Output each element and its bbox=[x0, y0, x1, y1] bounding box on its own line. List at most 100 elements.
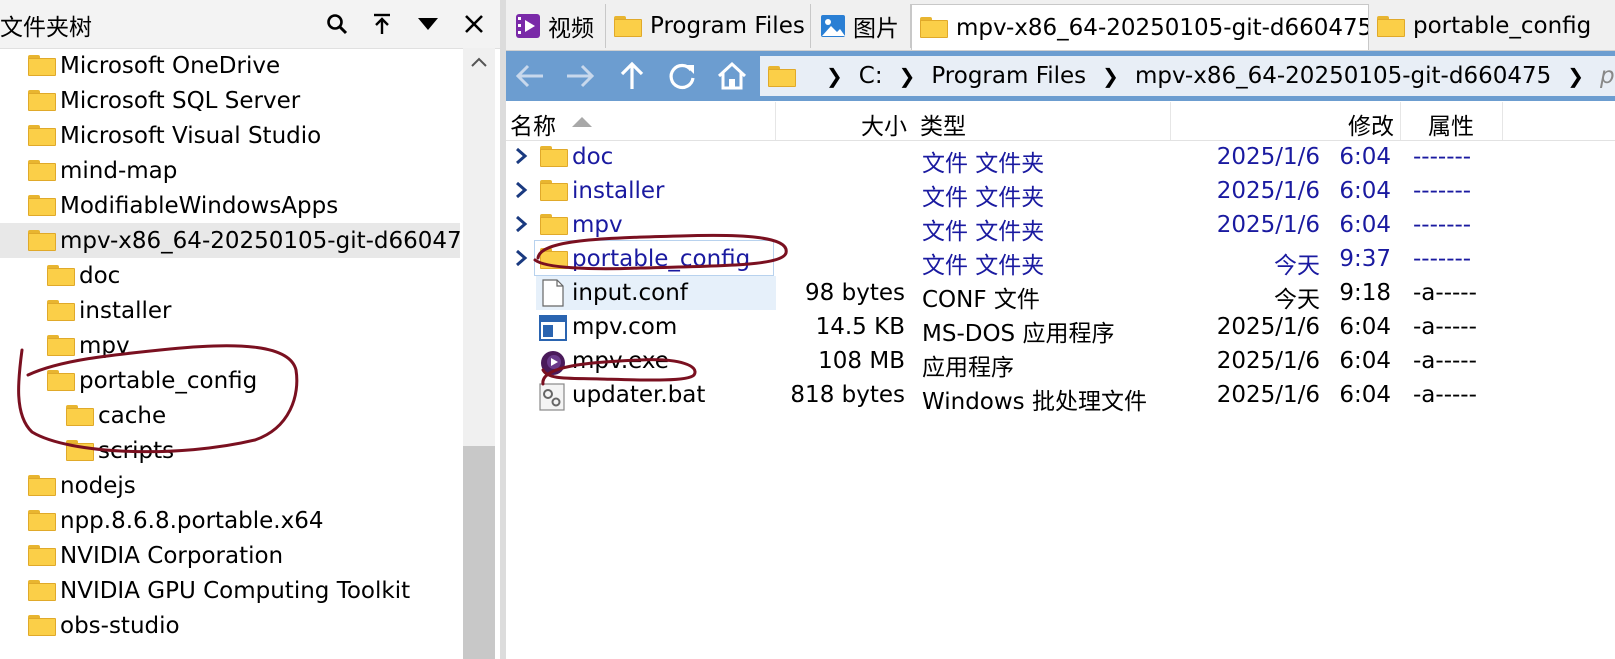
up-icon[interactable] bbox=[612, 58, 652, 94]
tree-item-label: installer bbox=[79, 297, 172, 324]
column-size[interactable]: 大小 bbox=[861, 107, 907, 141]
folder-icon bbox=[47, 300, 75, 321]
tab-mpv[interactable]: mpv-x86_64-20250105-git-d660475 bbox=[911, 4, 1369, 50]
table-row-selected[interactable]: input.conf 98 bytes CONF 文件 今天 9:18 -a--… bbox=[506, 276, 1615, 313]
tree-item[interactable]: Microsoft Visual Studio bbox=[28, 118, 321, 153]
breadcrumb-item[interactable]: Program Files bbox=[931, 63, 1086, 89]
tree-item[interactable]: installer bbox=[47, 293, 171, 328]
chevron-right-icon[interactable] bbox=[514, 248, 528, 268]
file-time: 6:04 bbox=[1339, 314, 1391, 340]
tree-item[interactable]: NVIDIA Corporation bbox=[28, 538, 283, 573]
file-type: 文件 文件夹 bbox=[922, 151, 1045, 177]
breadcrumb-item[interactable]: mpv-x86_64-20250105-git-d660475 bbox=[1135, 63, 1551, 89]
tree-item-selected[interactable]: mpv-x86_64-20250105-git-d660475 bbox=[0, 223, 462, 258]
file-name: installer bbox=[572, 178, 665, 204]
column-attributes[interactable]: 属性 bbox=[1428, 107, 1474, 141]
column-divider[interactable] bbox=[775, 102, 776, 140]
file-size: 14.5 KB bbox=[815, 314, 905, 340]
folder-icon bbox=[28, 195, 56, 216]
pin-icon[interactable] bbox=[365, 6, 399, 42]
tree-scrollbar[interactable] bbox=[463, 48, 495, 659]
file-attributes: ------- bbox=[1413, 212, 1472, 238]
file-size: 818 bytes bbox=[790, 382, 905, 408]
table-row[interactable]: mpv 文件 文件夹 2025/1/6 6:04 ------- bbox=[506, 208, 1615, 245]
chevron-right-icon[interactable] bbox=[514, 146, 528, 166]
table-row[interactable]: portable_config 文件 文件夹 今天 9:37 ------- bbox=[506, 240, 1615, 279]
file-attributes: ------- bbox=[1413, 178, 1472, 204]
tree-item-label: mind-map bbox=[60, 157, 178, 184]
column-divider[interactable] bbox=[1502, 102, 1503, 140]
column-modified[interactable]: 修改 bbox=[1348, 107, 1394, 141]
tree-item-label: doc bbox=[79, 262, 121, 289]
forward-icon[interactable] bbox=[560, 58, 600, 94]
search-icon[interactable] bbox=[320, 6, 354, 42]
breadcrumb-item[interactable]: po bbox=[1600, 63, 1615, 89]
refresh-icon[interactable] bbox=[662, 58, 702, 94]
mpv-app-icon bbox=[541, 351, 565, 375]
scrollbar-thumb[interactable] bbox=[463, 446, 495, 659]
tree-item[interactable]: portable_config bbox=[47, 363, 257, 398]
pictures-folder-icon bbox=[821, 15, 845, 37]
column-divider[interactable] bbox=[1400, 102, 1401, 140]
folder-icon bbox=[28, 160, 56, 181]
tree-item[interactable]: ModifiableWindowsApps bbox=[28, 188, 338, 223]
chevron-right-icon[interactable]: ❯ bbox=[899, 64, 916, 88]
column-divider[interactable] bbox=[1170, 102, 1171, 140]
file-time: 9:18 bbox=[1339, 280, 1391, 306]
folder-tree: Microsoft OneDrive Microsoft SQL Server … bbox=[0, 48, 462, 659]
tree-item[interactable]: scripts bbox=[66, 433, 174, 468]
tree-item[interactable]: cache bbox=[66, 398, 166, 433]
tree-item[interactable]: NVIDIA GPU Computing Toolkit bbox=[28, 573, 410, 608]
tree-item[interactable]: nodejs bbox=[28, 468, 136, 503]
folder-icon bbox=[540, 248, 568, 269]
folder-icon bbox=[66, 405, 94, 426]
column-name[interactable]: 名称 bbox=[510, 107, 556, 141]
breadcrumb-item[interactable]: C: bbox=[859, 63, 883, 89]
close-icon[interactable] bbox=[457, 6, 491, 42]
dropdown-icon[interactable] bbox=[411, 6, 445, 42]
chevron-right-icon[interactable]: ❯ bbox=[1567, 64, 1584, 88]
tree-item[interactable]: doc bbox=[47, 258, 120, 293]
folder-icon bbox=[540, 146, 568, 167]
table-row[interactable]: doc 文件 文件夹 2025/1/6 6:04 ------- bbox=[506, 140, 1615, 177]
tab-pictures[interactable]: 图片 bbox=[811, 4, 911, 48]
file-time: 6:04 bbox=[1339, 348, 1391, 374]
tree-item[interactable]: mind-map bbox=[28, 153, 177, 188]
folder-icon bbox=[540, 214, 568, 235]
folder-icon bbox=[47, 265, 75, 286]
tree-item-label: cache bbox=[98, 402, 167, 429]
file-name: mpv bbox=[572, 212, 623, 238]
tree-item[interactable]: obs-studio bbox=[28, 608, 180, 643]
home-icon[interactable] bbox=[712, 58, 752, 94]
table-row[interactable]: installer 文件 文件夹 2025/1/6 6:04 ------- bbox=[506, 174, 1615, 211]
tree-item[interactable]: Microsoft OneDrive bbox=[28, 48, 280, 83]
column-type[interactable]: 类型 bbox=[920, 107, 966, 141]
file-date: 2025/1/6 bbox=[1216, 212, 1320, 238]
tab-portable-config[interactable]: portable_config bbox=[1369, 4, 1615, 48]
scroll-up-icon[interactable] bbox=[470, 56, 488, 68]
file-name: input.conf bbox=[572, 280, 688, 306]
table-row[interactable]: updater.bat 818 bytes Windows 批处理文件 2025… bbox=[506, 378, 1615, 415]
chevron-right-icon: ❯ bbox=[826, 64, 843, 88]
chevron-right-icon[interactable]: ❯ bbox=[1102, 64, 1119, 88]
address-bar[interactable]: ❯ C: ❯ Program Files ❯ mpv-x86_64-202501… bbox=[760, 56, 1615, 96]
file-date: 2025/1/6 bbox=[1216, 314, 1320, 340]
tree-item-label: npp.8.6.8.portable.x64 bbox=[60, 507, 324, 534]
file-attributes: ------- bbox=[1413, 246, 1472, 272]
back-icon[interactable] bbox=[510, 58, 550, 94]
tab-program-files[interactable]: Program Files bbox=[606, 4, 811, 48]
chevron-right-icon[interactable] bbox=[514, 214, 528, 234]
chevron-right-icon[interactable] bbox=[514, 180, 528, 200]
table-row[interactable]: mpv.exe 108 MB 应用程序 2025/1/6 6:04 -a----… bbox=[506, 344, 1615, 381]
tree-item[interactable]: npp.8.6.8.portable.x64 bbox=[28, 503, 324, 538]
table-row[interactable]: mpv.com 14.5 KB MS-DOS 应用程序 2025/1/6 6:0… bbox=[506, 310, 1615, 347]
folder-icon bbox=[28, 510, 56, 531]
tab-label: 图片 bbox=[853, 16, 899, 42]
tab-videos[interactable]: 视频 bbox=[506, 4, 606, 48]
folder-icon bbox=[540, 180, 568, 201]
file-attributes: -a----- bbox=[1413, 280, 1477, 306]
folder-tree-title: 文件夹树 bbox=[0, 15, 92, 41]
tree-item[interactable]: Microsoft SQL Server bbox=[28, 83, 300, 118]
tree-item[interactable]: mpv bbox=[47, 328, 130, 363]
file-date: 2025/1/6 bbox=[1216, 382, 1320, 408]
